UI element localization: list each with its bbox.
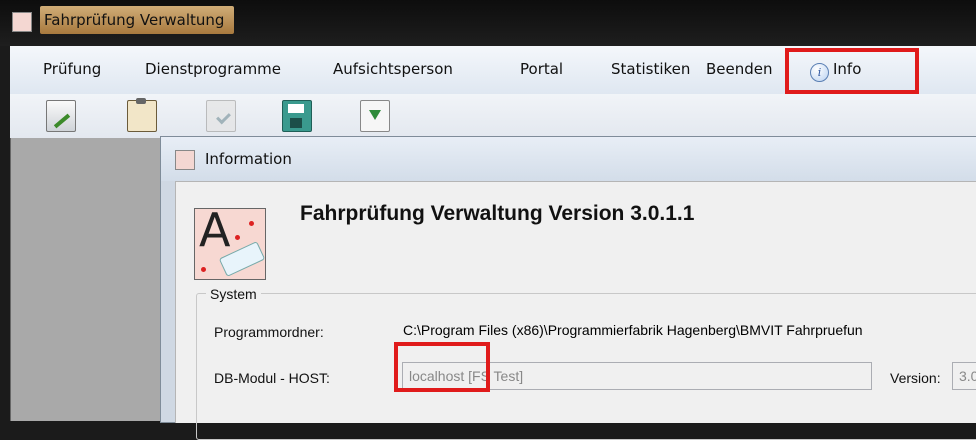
- dialog-titlebar: Information: [161, 137, 976, 181]
- version-label: Version:: [890, 370, 941, 386]
- highlight-info-menu: [785, 48, 919, 94]
- window-titlebar: Fahrprüfung Verwaltung: [0, 0, 976, 46]
- import-icon[interactable]: [360, 100, 390, 132]
- highlight-db-host: [394, 342, 490, 392]
- window-title: Fahrprüfung Verwaltung: [40, 6, 235, 34]
- menu-statistiken[interactable]: Statistiken: [611, 60, 690, 78]
- clipboard-icon[interactable]: [127, 98, 157, 132]
- toolbar: [10, 94, 976, 138]
- menu-beenden[interactable]: Beenden: [706, 60, 773, 78]
- information-dialog: Information A Fahrprüfung Verwaltung Ver…: [160, 136, 976, 440]
- app-logo-icon: [175, 150, 195, 170]
- menu-aufsichtsperson[interactable]: Aufsichtsperson: [333, 60, 453, 78]
- system-group-label: System: [206, 286, 261, 302]
- version-heading: Fahrprüfung Verwaltung Version 3.0.1.1: [300, 202, 695, 225]
- save-icon[interactable]: [282, 100, 312, 132]
- check-icon[interactable]: [206, 100, 236, 132]
- dialog-title: Information: [205, 150, 292, 168]
- menu-dienstprogramme[interactable]: Dienstprogramme: [145, 60, 281, 78]
- program-folder-field[interactable]: C:\Program Files (x86)\Programmierfabrik…: [396, 316, 976, 344]
- menu-portal[interactable]: Portal: [520, 60, 563, 78]
- app-logo-icon: [12, 12, 32, 32]
- program-folder-label: Programmordner:: [214, 324, 324, 340]
- version-field[interactable]: 3.0.0.0: [952, 362, 976, 390]
- edit-icon[interactable]: [46, 100, 76, 132]
- menu-pruefung[interactable]: Prüfung: [43, 60, 101, 78]
- dialog-body: A Fahrprüfung Verwaltung Version 3.0.1.1…: [175, 181, 976, 440]
- left-panel: [10, 138, 161, 421]
- db-host-label: DB-Modul - HOST:: [214, 370, 330, 386]
- app-logo-icon: A: [194, 208, 266, 280]
